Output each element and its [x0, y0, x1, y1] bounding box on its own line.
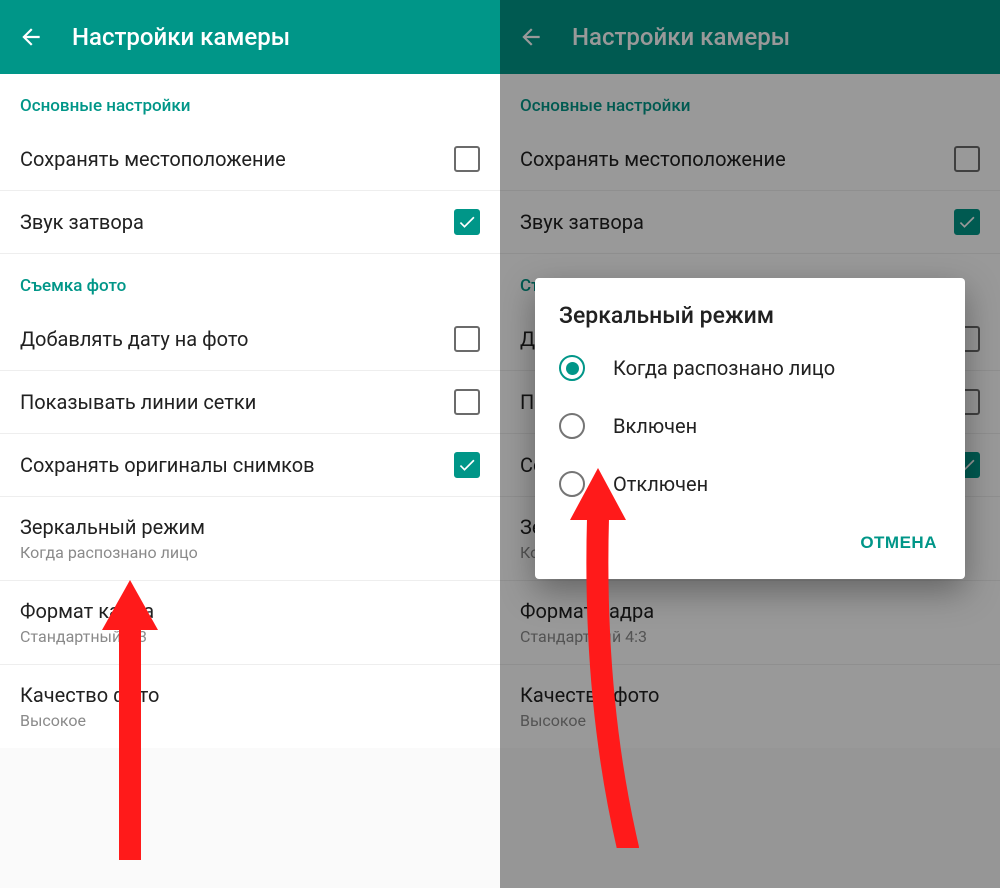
- row-value: Стандартный 4:3: [20, 627, 480, 646]
- cancel-button[interactable]: ОТМЕНА: [846, 523, 951, 563]
- row-label: Сохранять оригиналы снимков: [20, 453, 454, 477]
- radio-icon: [559, 471, 585, 497]
- radio-label: Когда распознано лицо: [613, 356, 835, 380]
- checkbox-show-grid[interactable]: [454, 389, 480, 415]
- screen-settings: Настройки камеры Основные настройки Сохр…: [0, 0, 500, 888]
- back-icon[interactable]: [18, 24, 44, 50]
- settings-list: Основные настройки Сохранять местоположе…: [0, 74, 500, 748]
- checkbox-add-date[interactable]: [454, 326, 480, 352]
- row-add-date[interactable]: Добавлять дату на фото: [0, 308, 500, 371]
- radio-label: Включен: [613, 414, 697, 438]
- row-label: Формат кадра: [20, 599, 480, 623]
- radio-label: Отключен: [613, 472, 708, 496]
- row-save-originals[interactable]: Сохранять оригиналы снимков: [0, 434, 500, 497]
- row-label: Показывать линии сетки: [20, 390, 454, 414]
- section-photo-header: Съемка фото: [0, 254, 500, 308]
- appbar: Настройки камеры: [0, 0, 500, 74]
- checkbox-shutter-sound[interactable]: [454, 209, 480, 235]
- screen-dialog: Настройки камеры Основные настройки Сохр…: [500, 0, 1000, 888]
- row-value: Когда распознано лицо: [20, 543, 480, 562]
- mirror-mode-dialog: Зеркальный режим Когда распознано лицо В…: [535, 278, 965, 579]
- row-label: Сохранять местоположение: [20, 147, 454, 171]
- row-label: Качество фото: [20, 683, 480, 707]
- row-label: Зеркальный режим: [20, 515, 480, 539]
- checkbox-save-originals[interactable]: [454, 452, 480, 478]
- row-save-location[interactable]: Сохранять местоположение: [0, 128, 500, 191]
- dialog-title: Зеркальный режим: [535, 302, 965, 339]
- row-photo-quality[interactable]: Качество фото Высокое: [0, 665, 500, 748]
- radio-icon: [559, 355, 585, 381]
- dialog-actions: ОТМЕНА: [535, 513, 965, 571]
- row-shutter-sound[interactable]: Звук затвора: [0, 191, 500, 254]
- row-show-grid[interactable]: Показывать линии сетки: [0, 371, 500, 434]
- row-aspect-ratio[interactable]: Формат кадра Стандартный 4:3: [0, 581, 500, 665]
- row-value: Высокое: [20, 711, 480, 730]
- section-basic-header: Основные настройки: [0, 74, 500, 128]
- radio-option-off[interactable]: Отключен: [535, 455, 965, 513]
- page-title: Настройки камеры: [72, 23, 290, 51]
- radio-option-on[interactable]: Включен: [535, 397, 965, 455]
- radio-icon: [559, 413, 585, 439]
- row-label: Звук затвора: [20, 210, 454, 234]
- row-label: Добавлять дату на фото: [20, 327, 454, 351]
- radio-option-when-face[interactable]: Когда распознано лицо: [535, 339, 965, 397]
- checkbox-save-location[interactable]: [454, 146, 480, 172]
- row-mirror-mode[interactable]: Зеркальный режим Когда распознано лицо: [0, 497, 500, 581]
